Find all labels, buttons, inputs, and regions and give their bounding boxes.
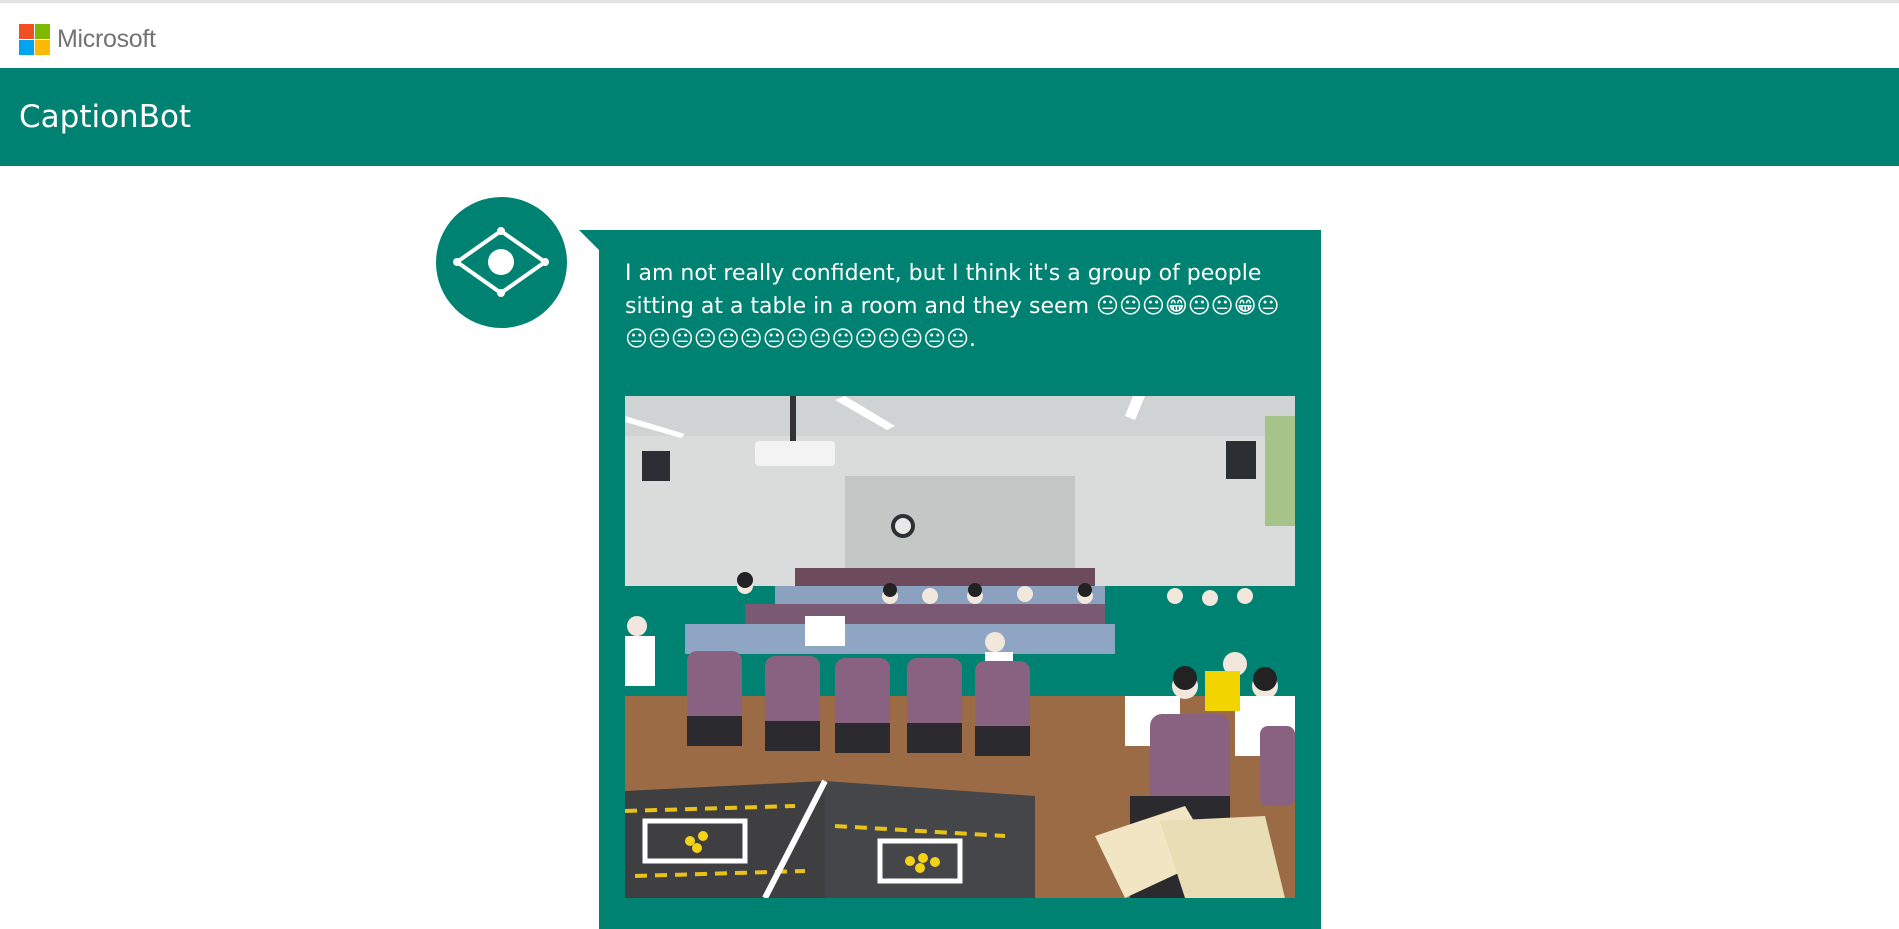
bot-avatar bbox=[436, 197, 567, 328]
microsoft-header: Microsoft bbox=[0, 3, 1899, 68]
logo-square-yellow bbox=[35, 40, 50, 55]
photo-illustration bbox=[625, 396, 1295, 898]
logo-square-red bbox=[19, 24, 34, 39]
logo-square-green bbox=[35, 24, 50, 39]
captionbot-eye-icon bbox=[453, 227, 549, 297]
microsoft-brand-text[interactable]: Microsoft bbox=[57, 25, 156, 54]
caption-text: I am not really confident, but I think i… bbox=[625, 261, 1280, 352]
microsoft-logo-icon[interactable] bbox=[19, 24, 50, 55]
lecture-hall-photo bbox=[625, 396, 1295, 898]
app-title[interactable]: CaptionBot bbox=[19, 99, 191, 135]
app-banner: CaptionBot bbox=[0, 68, 1899, 166]
message-bubble-tail bbox=[579, 230, 599, 250]
logo-square-blue bbox=[19, 40, 34, 55]
